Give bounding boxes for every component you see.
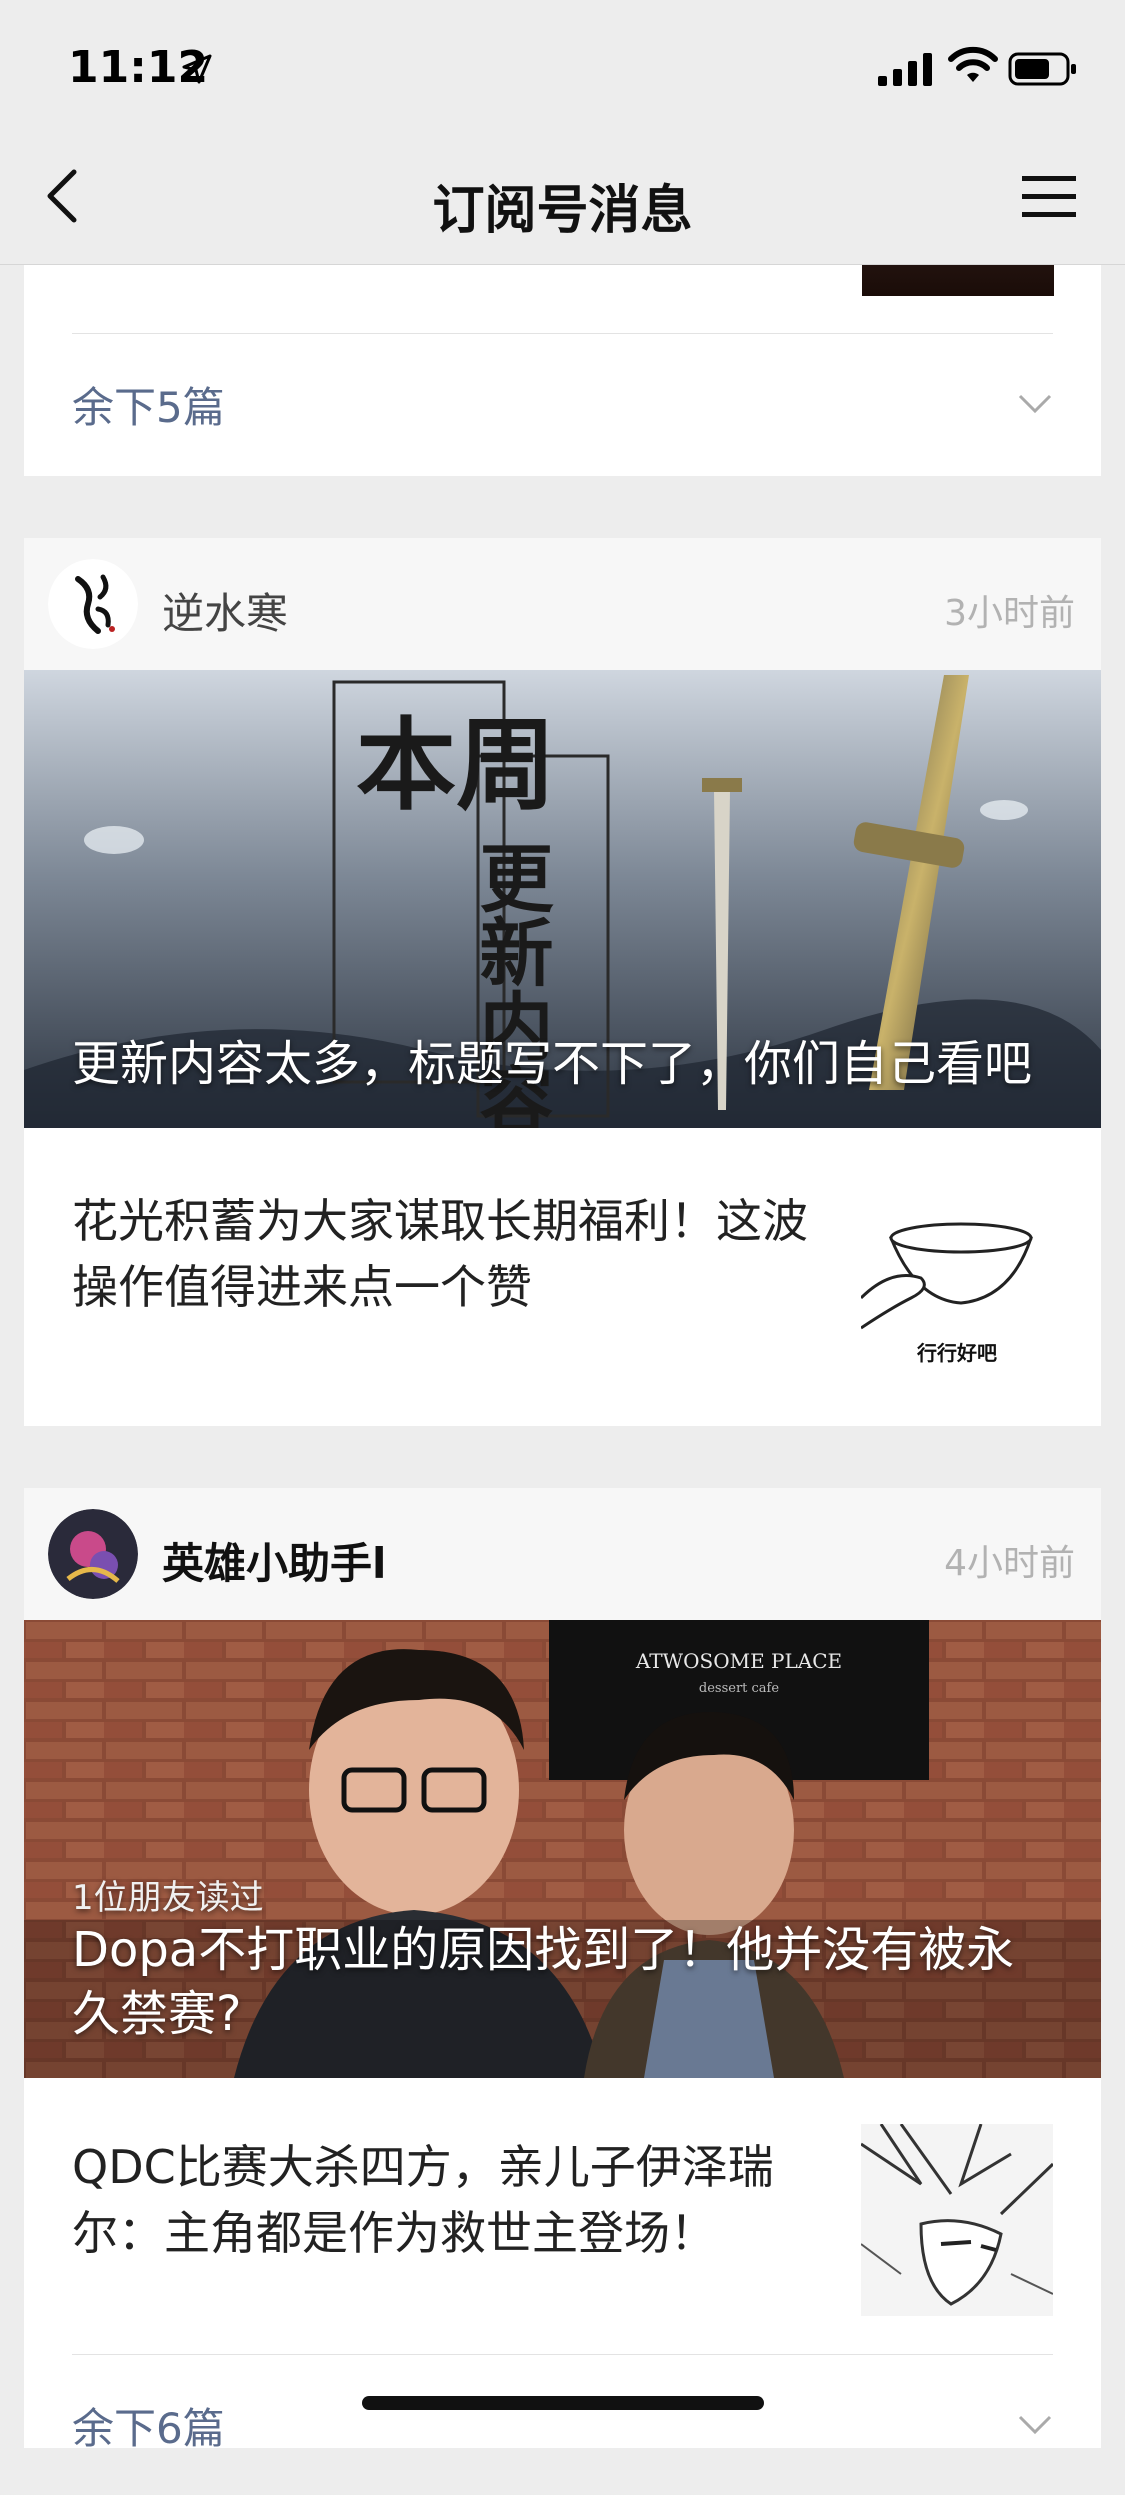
svg-text:dessert cafe: dessert cafe <box>699 1681 779 1696</box>
page-title: 订阅号消息 <box>432 181 693 241</box>
bowl-meme-image: 行行好吧 <box>861 1188 1053 1380</box>
friends-read-label: 1位朋友读过 <box>72 1878 264 1918</box>
chevron-down-icon <box>1018 2415 1052 2435</box>
article-row[interactable]: QDC比赛大杀四方，亲儿子伊泽瑞尔：主角都是作为救世主登场！ <box>72 2124 1053 2316</box>
article-thumbnail: 行行好吧 <box>861 1188 1053 1380</box>
card-header[interactable]: 逆水寒 3小时前 <box>24 538 1101 670</box>
account-name: 英雄小助手l <box>162 1539 387 1588</box>
article-thumbnail <box>861 2124 1053 2316</box>
wifi-icon <box>948 46 998 82</box>
account-avatar[interactable] <box>48 1509 138 1599</box>
card-header[interactable]: 英雄小助手l 4小时前 <box>24 1488 1101 1620</box>
calligraphy-logo-icon <box>48 559 138 649</box>
message-card-hero-assistant: 英雄小助手l 4小时前 ATWOSOME PLACE dessert cafe <box>24 1488 1101 2453</box>
more-articles-label: 余下5篇 <box>72 382 225 432</box>
anime-sketch-image <box>861 2124 1053 2316</box>
more-articles-row[interactable]: 余下5篇 <box>72 334 1053 474</box>
article-title: 花光积蓄为大家谋取长期福利！这波操作值得进来点一个赞 <box>72 1194 808 1314</box>
svg-text:ATWOSOME PLACE: ATWOSOME PLACE <box>635 1649 842 1673</box>
battery-icon <box>1008 52 1076 86</box>
account-name: 逆水寒 <box>162 589 289 638</box>
account-avatar[interactable] <box>48 559 138 649</box>
more-articles-row[interactable]: 余下6篇 <box>72 2355 1053 2495</box>
svg-text:行行好吧: 行行好吧 <box>916 1341 997 1365</box>
home-indicator[interactable] <box>362 2396 764 2410</box>
hero-article[interactable]: 本周 更新内容 更新内容太多，标题写不下了，你们自己看吧 <box>24 670 1101 1128</box>
message-card-nishuihan: 逆水寒 3小时前 本周 更新内容 更新内容太多，标题写不下了，你们自己看吧 花光… <box>24 538 1101 1426</box>
post-time: 3小时前 <box>944 593 1075 634</box>
hero-article[interactable]: ATWOSOME PLACE dessert cafe 1位朋友读过 Dopa不… <box>24 1620 1101 2078</box>
article-row[interactable]: 花光积蓄为大家谋取长期福利！这波操作值得进来点一个赞 行行好吧 <box>72 1188 1053 1380</box>
hero-article-title: 更新内容太多，标题写不下了，你们自己看吧 <box>72 1036 1033 1092</box>
cellular-signal-icon <box>878 53 932 86</box>
location-arrow-icon <box>182 54 212 84</box>
more-articles-label: 余下6篇 <box>72 2403 225 2453</box>
svg-text:本周: 本周 <box>356 706 556 824</box>
article-title: QDC比赛大杀四方，亲儿子伊泽瑞尔：主角都是作为救世主登场！ <box>72 2140 774 2260</box>
post-time: 4小时前 <box>944 1543 1075 1584</box>
chevron-down-icon <box>1018 394 1052 414</box>
game-character-avatar-icon <box>48 1509 138 1599</box>
menu-icon[interactable] <box>1020 172 1078 222</box>
hero-article-title: Dopa不打职业的原因找到了！他并没有被永久禁赛? <box>72 1922 1015 2042</box>
top-bar: 11:12 订阅号消息 <box>0 0 1125 265</box>
